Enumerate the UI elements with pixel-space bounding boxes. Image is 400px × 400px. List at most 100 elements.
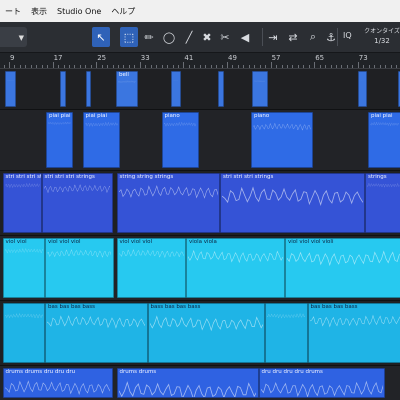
ruler-tick (96, 62, 98, 68)
clip-waveform (219, 80, 222, 81)
ruler-tick (63, 65, 65, 68)
ruler-tick (216, 65, 218, 68)
violin-clip[interactable]: viol viol viol violi (285, 238, 400, 298)
iq-button[interactable]: IQ (343, 31, 352, 40)
clip-label: viola viola (189, 239, 217, 245)
ruler-tick (390, 65, 392, 68)
shuffle-button[interactable]: ⇄ (284, 27, 302, 47)
paint-tool-button[interactable]: ╱ (180, 27, 198, 47)
ruler-tick (325, 65, 327, 68)
drums-clip[interactable]: dru dru dru dru drums (258, 368, 385, 398)
violin-clip[interactable]: viol viol (2, 238, 45, 298)
bell-clip[interactable]: bell (116, 71, 138, 107)
clip-label: viol viol viol (119, 239, 153, 245)
piano-clip[interactable]: piano (251, 112, 313, 168)
listen-tool-button[interactable]: ◀ (236, 27, 254, 47)
timeline-ruler[interactable]: 9 17 25 33 41 49 57 65 73 (0, 53, 400, 69)
mute-tool-button[interactable]: ✖ (198, 27, 216, 47)
ruler-tick (248, 65, 250, 68)
strings-clip[interactable]: stri stri stri strings (220, 173, 365, 233)
ruler-tick (52, 62, 54, 68)
bass-clip[interactable]: bas bas bas bass (307, 303, 400, 363)
bell-clip[interactable] (358, 71, 367, 107)
ruler-tick (297, 65, 299, 68)
track-lane-drums[interactable]: drums drums dru dru dru drums drums dru dr… (0, 366, 400, 400)
strings-clip[interactable]: stri stri stri strings (41, 173, 113, 233)
piano-clip[interactable]: piano (161, 112, 199, 168)
track-select-dropdown[interactable]: ▼ (0, 27, 27, 47)
violin-clip[interactable]: viol viol viol (45, 238, 114, 298)
strings-clip[interactable]: string string strings (116, 173, 220, 233)
violin-clip[interactable]: viola viola (186, 238, 285, 298)
snap-icon: ⚓ (326, 30, 336, 44)
clip-waveform (118, 185, 218, 199)
ruler-tick (243, 65, 245, 68)
bass-clip[interactable] (265, 303, 308, 363)
ruler-tick (368, 65, 370, 68)
range-tool-button[interactable]: ⬚ (120, 27, 138, 47)
bass-clip[interactable] (2, 303, 45, 363)
clip-waveform (118, 381, 257, 397)
ruler-tick (292, 65, 294, 68)
eraser-tool-button[interactable]: ◯ (160, 27, 178, 47)
track-lane-piano[interactable]: piai piai piai piai piai piai piano piano pi… (0, 110, 400, 171)
ruler-tick (9, 62, 10, 68)
ruler-tick (19, 65, 21, 68)
ruler-tick (74, 65, 76, 68)
eraser-tool-icon: ◯ (162, 30, 176, 44)
clip-waveform (4, 183, 40, 188)
track-lane-violin[interactable]: viol viol viol viol viol viol viol viol vio… (0, 236, 400, 301)
clip-waveform (61, 80, 64, 81)
clip-waveform (222, 186, 363, 206)
menu-item[interactable]: 表示 (26, 6, 52, 17)
piano-clip[interactable]: piai piai (82, 112, 120, 168)
track-lane-bass[interactable]: bas bas bas bass bass bas bas bass bas bas… (0, 301, 400, 366)
strings-clip[interactable]: stri stri stri strings (2, 173, 42, 233)
quantize-display[interactable]: クオンタイズ 1/32 (364, 26, 400, 45)
clip-waveform (188, 249, 283, 264)
bass-clip[interactable]: bass bas bas bass (147, 303, 265, 363)
bell-clip[interactable] (59, 71, 66, 107)
ruler-tick (123, 65, 125, 68)
ruler-tick (205, 65, 207, 68)
clip-label: stri stri stri strings (44, 174, 95, 180)
drums-clip[interactable]: drums drums dru dru dru (2, 368, 113, 398)
mute-tool-icon: ✖ (202, 30, 212, 44)
skip-forward-button[interactable]: ⇥ (264, 27, 282, 47)
menu-item[interactable]: ート (0, 6, 26, 17)
bell-clip[interactable] (217, 71, 224, 107)
ruler-tick (385, 65, 387, 68)
drums-clip[interactable]: drums drums (116, 368, 259, 398)
ruler-tick (303, 65, 305, 68)
clip-label: bass bas bas bass (150, 304, 201, 310)
clip-label: drums drums (119, 369, 157, 375)
bell-clip[interactable] (251, 71, 268, 107)
range-tool-icon: ⬚ (123, 30, 135, 44)
arrow-tool-button[interactable]: ↖ (92, 27, 110, 47)
clip-label: stri stri stri strings (223, 174, 274, 180)
bell-clip[interactable] (4, 71, 16, 107)
ruler-bar-number: 33 (140, 54, 150, 62)
ruler-tick (336, 65, 337, 68)
ruler-tick (183, 62, 185, 68)
track-lane-bell[interactable]: bell (0, 69, 400, 110)
skip-forward-icon: ⇥ (268, 30, 278, 44)
pencil-tool-button[interactable]: ✏ (140, 27, 158, 47)
piano-clip[interactable]: piai piai piai piai (46, 112, 73, 168)
violin-clip[interactable]: viol viol viol (116, 238, 186, 298)
menu-item[interactable]: Studio One (52, 7, 106, 16)
ruler-tick (101, 65, 103, 68)
clip-waveform (267, 313, 306, 319)
track-lane-strings[interactable]: stri stri stri stringsstri stri stri str… (0, 171, 400, 236)
piano-clip[interactable]: piai piai (368, 112, 400, 168)
listen-tool-icon: ◀ (240, 30, 250, 44)
ruler-tick (112, 65, 114, 68)
bell-clip[interactable] (170, 71, 181, 107)
bell-clip[interactable] (86, 71, 91, 107)
menu-item[interactable]: ヘルプ (106, 6, 140, 17)
split-tool-button[interactable]: ✂ (216, 27, 234, 47)
clip-label: viol viol viol violi (288, 239, 334, 245)
bass-clip[interactable]: bas bas bas bass (45, 303, 148, 363)
strings-clip[interactable]: strings (365, 173, 400, 233)
zoom-tool-button[interactable]: ⌕ (304, 27, 322, 47)
